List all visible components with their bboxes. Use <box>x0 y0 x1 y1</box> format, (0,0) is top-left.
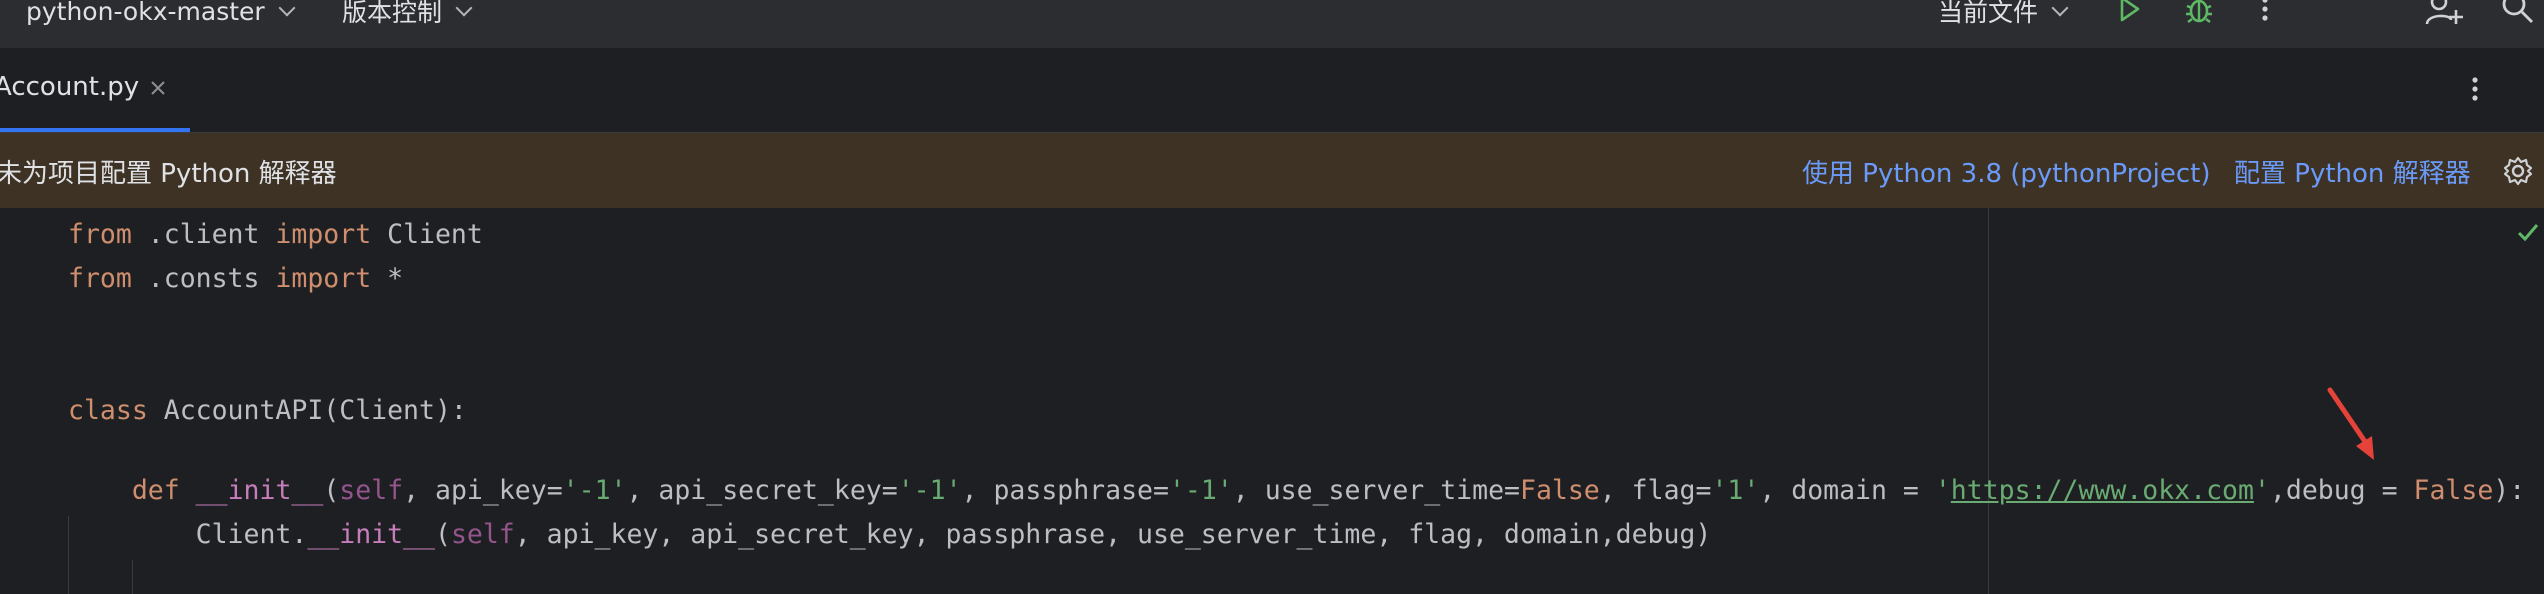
url-link[interactable]: https://www.okx.com <box>1951 475 2254 506</box>
configure-interpreter-link[interactable]: 配置 Python 解释器 <box>2234 153 2471 190</box>
search-icon[interactable] <box>2500 0 2536 26</box>
banner-message: 未为项目配置 Python 解释器 <box>0 159 337 189</box>
code-line: def __init__(self, api_key='-1', api_sec… <box>131 475 2526 506</box>
vcs-selector[interactable]: 版本控制 <box>342 0 473 28</box>
code-line: from .consts import * <box>68 263 404 294</box>
close-icon[interactable] <box>148 78 168 98</box>
code-line-empty: ​ <box>68 301 2525 345</box>
settings-icon[interactable] <box>2502 155 2534 187</box>
indent-guide <box>132 560 133 594</box>
more-vertical-icon[interactable] <box>2468 74 2482 104</box>
debug-icon[interactable] <box>2182 0 2216 26</box>
code-line-empty: ​ <box>68 433 2525 469</box>
tab-account-py[interactable]: Account.py <box>0 48 190 132</box>
chevron-down-icon <box>455 0 473 17</box>
main-toolbar: python-okx-master 版本控制 当前文件 <box>0 0 2544 48</box>
project-name: python-okx-master <box>26 0 265 26</box>
run-config-label: 当前文件 <box>1938 0 2039 27</box>
more-vertical-icon[interactable] <box>2258 0 2272 24</box>
use-python-interpreter-link[interactable]: 使用 Python 3.8 (pythonProject) <box>1802 153 2210 190</box>
code-line: from .client import Client <box>68 219 483 250</box>
code-line: class AccountAPI(Client): <box>68 395 467 426</box>
code-content: from .client import Client from .consts i… <box>68 213 2525 557</box>
code-line-empty: ​ <box>68 345 2525 389</box>
vcs-label: 版本控制 <box>342 0 443 27</box>
code-line: Client.__init__(self, api_key, api_secre… <box>195 519 1712 550</box>
code-editor[interactable]: from .client import Client from .consts i… <box>0 208 2544 594</box>
run-icon[interactable] <box>2114 0 2144 24</box>
run-config-selector[interactable]: 当前文件 <box>1938 0 2069 28</box>
add-user-icon[interactable] <box>2424 0 2464 28</box>
active-tab-indicator <box>0 128 190 132</box>
interpreter-warning-banner: 未为项目配置 Python 解释器 使用 Python 3.8 (pythonP… <box>0 133 2544 209</box>
chevron-down-icon <box>278 0 296 17</box>
editor-tab-bar: Account.py <box>0 48 2544 133</box>
annotation-arrow-icon <box>2327 387 2374 460</box>
tab-label: Account.py <box>0 72 140 102</box>
project-selector[interactable]: python-okx-master <box>26 0 296 28</box>
chevron-down-icon <box>2051 0 2069 17</box>
